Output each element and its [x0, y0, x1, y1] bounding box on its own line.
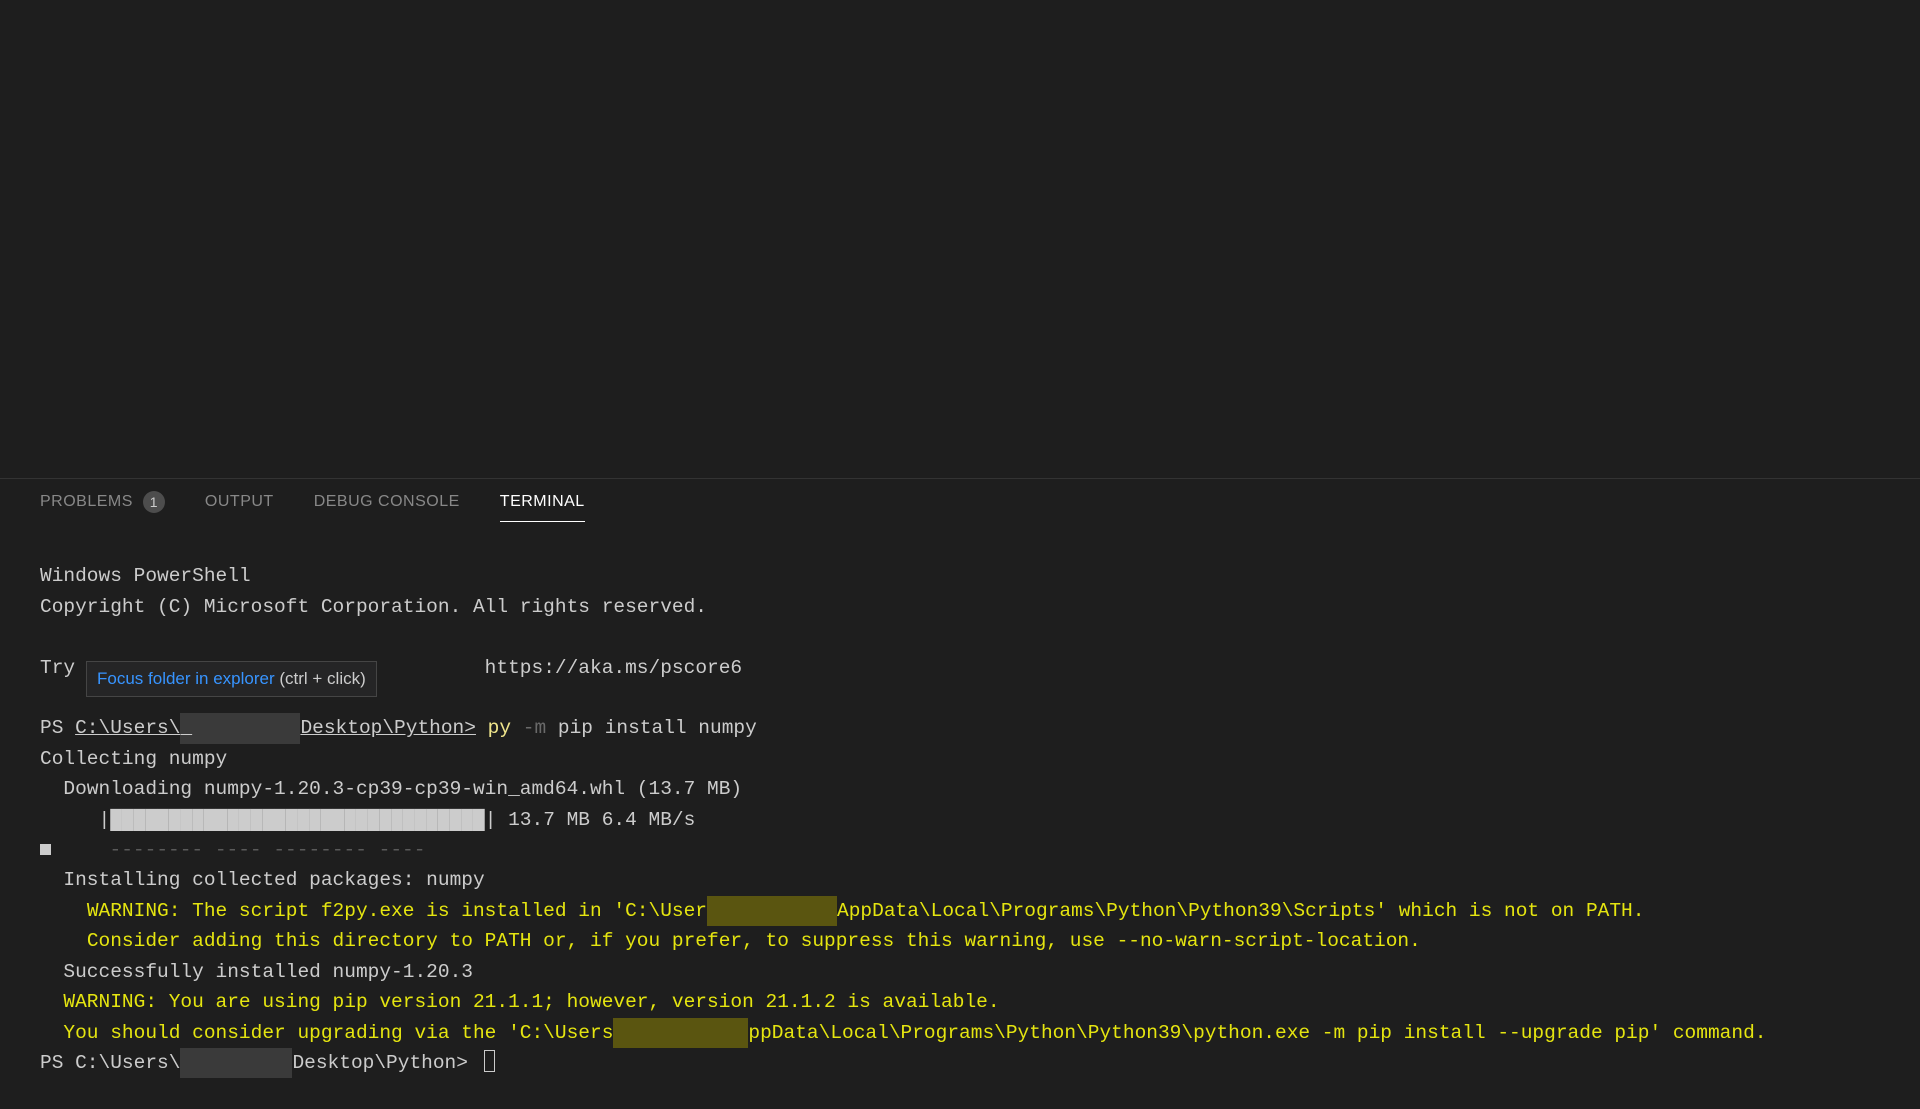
- editor-area: [0, 0, 1920, 478]
- redacted-user: [180, 713, 300, 743]
- tooltip-hint: (ctrl + click): [275, 669, 366, 688]
- terminal-line-collecting: Collecting numpy: [40, 748, 227, 770]
- panel-tabs: PROBLEMS 1 OUTPUT DEBUG CONSOLE TERMINAL: [0, 479, 1920, 523]
- cmd-args: pip install numpy: [546, 717, 757, 739]
- redacted-warn3: [613, 1018, 748, 1048]
- panel-area: PROBLEMS 1 OUTPUT DEBUG CONSOLE TERMINAL…: [0, 478, 1920, 1109]
- terminal-line-downloading: Downloading numpy-1.20.3-cp39-cp39-win_a…: [40, 778, 742, 800]
- dashes: -------- ---- -------- ----: [51, 839, 425, 861]
- warn3-pre: You should consider upgrading via the 'C…: [40, 1022, 613, 1044]
- warn1b: Consider adding this directory to PATH o…: [40, 930, 1421, 952]
- tab-terminal-label: TERMINAL: [500, 493, 585, 511]
- terminal-line-shell: Windows PowerShell: [40, 565, 251, 587]
- tab-output[interactable]: OUTPUT: [205, 493, 274, 521]
- tab-debug-console[interactable]: DEBUG CONSOLE: [314, 493, 460, 521]
- cursor-dot: [40, 844, 51, 855]
- terminal-line-success: Successfully installed numpy-1.20.3: [40, 961, 473, 983]
- prompt2-path-pre: C:\Users\: [75, 1052, 180, 1074]
- redacted-user2: [180, 1048, 292, 1078]
- cmd-py: py: [476, 717, 523, 739]
- terminal-line-copyright: Copyright (C) Microsoft Corporation. All…: [40, 596, 707, 618]
- terminal-line-try: Try: [40, 657, 87, 679]
- prompt-ps: PS: [40, 717, 75, 739]
- terminal-link-pscore[interactable]: https://aka.ms/pscore6: [473, 657, 742, 679]
- warn2: WARNING: You are using pip version 21.1.…: [40, 991, 1000, 1013]
- tooltip-link-text: Focus folder in explorer: [97, 669, 275, 688]
- prompt2-path-post: Desktop\Python>: [292, 1052, 468, 1074]
- link-tooltip: Focus folder in explorer (ctrl + click): [86, 661, 377, 698]
- progress-line: |████████████████████████████████| 13.7 …: [40, 809, 695, 831]
- warn1-pre: WARNING: The script f2py.exe is installe…: [87, 900, 707, 922]
- warn1-indent: [40, 900, 87, 922]
- problems-badge: 1: [143, 491, 165, 513]
- tab-debug-label: DEBUG CONSOLE: [314, 493, 460, 511]
- progress-post: | 13.7 MB 6.4 MB/s: [485, 809, 696, 831]
- tab-terminal[interactable]: TERMINAL: [500, 493, 585, 522]
- prompt-path-pre[interactable]: C:\Users\: [75, 717, 180, 739]
- tab-problems-label: PROBLEMS: [40, 493, 133, 511]
- terminal-cursor[interactable]: [484, 1050, 495, 1072]
- prompt-path-post[interactable]: Desktop\Python>: [300, 717, 476, 739]
- progress-bar-fill: ████████████████████████████████: [110, 809, 484, 831]
- warn3-post: ppData\Local\Programs\Python\Python39\py…: [748, 1022, 1766, 1044]
- prompt2-ps: PS: [40, 1052, 75, 1074]
- terminal-line-installing: Installing collected packages: numpy: [40, 869, 485, 891]
- progress-pre: |: [40, 809, 110, 831]
- tab-output-label: OUTPUT: [205, 493, 274, 511]
- redacted-warn1: [707, 896, 837, 926]
- tab-problems[interactable]: PROBLEMS 1: [40, 491, 165, 523]
- terminal-output[interactable]: Windows PowerShell Copyright (C) Microso…: [0, 523, 1920, 1109]
- warn1-post: AppData\Local\Programs\Python\Python39\S…: [837, 900, 1644, 922]
- cmd-flag: -m: [523, 717, 546, 739]
